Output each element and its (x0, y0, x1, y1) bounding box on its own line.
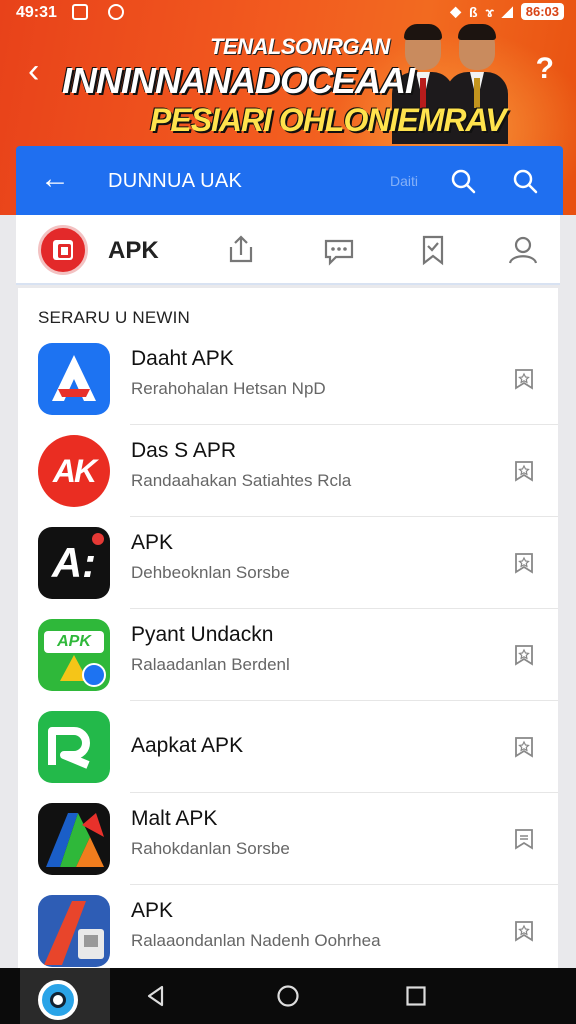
share-icon[interactable] (224, 233, 258, 267)
nav-back-icon[interactable] (144, 984, 168, 1008)
app-description: Ralaadanlan Berdenl (131, 655, 290, 674)
app-name: APK (131, 531, 174, 554)
a-black-app-icon: A: (38, 527, 110, 599)
app-description: Randaahakan Satiahtes Rcla (131, 471, 352, 490)
colorful-a-app-icon (38, 803, 110, 875)
notification-icon (108, 4, 124, 20)
r-green-app-icon (38, 711, 110, 783)
banner-back-icon[interactable]: ‹ (28, 52, 39, 91)
tab-bar-title: APK (108, 237, 159, 264)
red-blue-app-icon (38, 895, 110, 967)
app-description: Rerahohalan Hetsan NpD (131, 379, 326, 398)
favorite-icon[interactable] (512, 551, 536, 575)
back-arrow-icon[interactable]: ← (40, 164, 70, 194)
chat-icon[interactable] (322, 233, 356, 267)
banner-headline-3: PESIARI OHLONIEMRAV (150, 102, 507, 138)
list-item[interactable]: Malt APK Rahokdanlan Sorsbe (18, 793, 558, 885)
app-name: Das S APR (131, 439, 237, 462)
nav-home-icon[interactable] (276, 984, 300, 1008)
list-item[interactable]: APK Pyant Undackn Ralaadanlan Berdenl (18, 609, 558, 701)
app-name: Daaht APK (131, 347, 234, 370)
silent-icon: ɤ (485, 3, 494, 20)
search-icon[interactable] (448, 166, 478, 196)
banner-headline-1: TENALSONRGAN (210, 34, 390, 59)
search-title[interactable]: DUNNUA UAK (108, 170, 242, 193)
search-hint: Daiti (390, 173, 419, 189)
status-icons: ◆ ß ɤ ◢ 86:03 (450, 3, 564, 20)
profile-icon[interactable] (506, 233, 540, 267)
list-item[interactable]: Daaht APK Rerahohalan Hetsan NpD (18, 333, 558, 425)
list-item[interactable]: A: APK Dehbeoknlan Sorsbe (18, 517, 558, 609)
favorite-icon[interactable] (512, 919, 536, 943)
favorite-icon[interactable] (512, 643, 536, 667)
nav-recents-icon[interactable] (404, 984, 428, 1008)
wifi-icon: ◆ (450, 3, 461, 19)
status-time: 49:31 (16, 4, 57, 21)
a-triangle-app-icon (38, 343, 110, 415)
search-icon-secondary[interactable] (510, 166, 540, 196)
app-name: Pyant Undackn (131, 623, 274, 646)
apk-logo-icon[interactable] (38, 225, 88, 275)
system-nav-bar (0, 968, 576, 1024)
list-item[interactable]: APK Ralaaondanlan Nadenh Oohrhea (18, 885, 558, 977)
battery-indicator: 86:03 (520, 3, 564, 20)
favorite-icon[interactable] (512, 459, 536, 483)
ak-circle-app-icon: AK (38, 435, 110, 507)
bookmark-icon[interactable] (416, 233, 450, 267)
status-bar: 49:31 ◆ ß ɤ ◢ 86:03 (0, 0, 576, 26)
bookmark-outline-icon[interactable] (512, 827, 536, 851)
floating-app-thumbnail[interactable] (20, 968, 110, 1024)
app-list-panel: SERARU U NEWIN Daaht APK Rerahohalan Het… (18, 288, 558, 968)
list-item[interactable]: AK Das S APR Randaahakan Satiahtes Rcla (18, 425, 558, 517)
bluetooth-icon: ß (468, 3, 478, 20)
app-name: Aapkat APK (131, 734, 244, 757)
banner-headline-2: INNINNANADOCEAAI (62, 60, 415, 101)
app-name: Malt APK (131, 807, 218, 830)
banner-help-icon[interactable]: ? (536, 52, 554, 86)
app-description: Ralaaondanlan Nadenh Oohrhea (131, 931, 381, 950)
favorite-icon[interactable] (512, 735, 536, 759)
tab-bar: APK (16, 215, 560, 285)
app-description: Rahokdanlan Sorsbe (131, 839, 290, 858)
signal-icon: ◢ (501, 3, 513, 19)
gallery-icon (72, 4, 88, 20)
app-name: APK (131, 899, 174, 922)
list-item[interactable]: Aapkat APK (18, 701, 558, 793)
app-description: Dehbeoknlan Sorsbe (131, 563, 290, 582)
search-bar: ← DUNNUA UAK Daiti (16, 146, 563, 215)
apk-green-app-icon: APK (38, 619, 110, 691)
section-title: SERARU U NEWIN (38, 308, 191, 327)
favorite-icon[interactable] (512, 367, 536, 391)
